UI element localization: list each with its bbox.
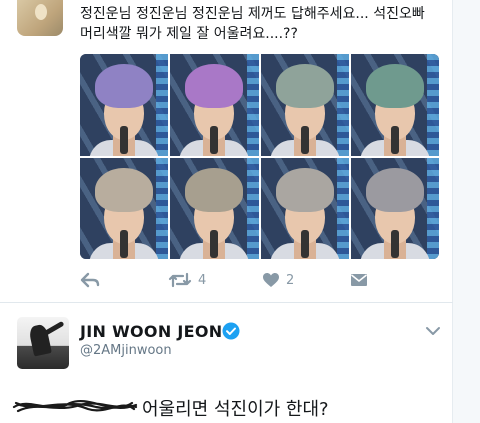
user-avatar[interactable] (17, 0, 63, 36)
hair (185, 167, 244, 212)
stage-lights (427, 54, 439, 156)
photo-tile[interactable] (80, 54, 169, 156)
verified-badge-icon (222, 322, 240, 340)
like-button[interactable]: 2 (262, 272, 294, 288)
stage-lights (156, 157, 169, 259)
tweet-divider (0, 302, 453, 303)
gutter-edge (452, 0, 453, 423)
tweet-text-line-1: 정진운님 정진운님 정진운님 제꺼도 답해주세요... 석진오빠 (80, 6, 425, 22)
scroll-gutter (453, 0, 480, 423)
photo-tile[interactable] (170, 54, 259, 156)
retweet-icon (168, 272, 192, 288)
photo-tile[interactable] (350, 157, 439, 259)
direct-message-button[interactable] (350, 272, 368, 288)
microphone (210, 229, 219, 258)
microphone (120, 229, 129, 258)
hair (365, 64, 424, 108)
tweet-text-line-2: 머리색깔 뭐가 제일 잘 어울려요....?? (80, 26, 298, 42)
photo-tile[interactable] (260, 157, 349, 259)
stage-lights (156, 54, 169, 156)
reply-button[interactable] (80, 272, 100, 288)
photo-tile[interactable] (260, 54, 349, 156)
jinwoon-avatar[interactable] (17, 317, 69, 369)
stage-lights (336, 157, 349, 259)
stage-lights (246, 54, 259, 156)
microphone (300, 126, 309, 154)
microphone (390, 229, 399, 258)
reply-icon (80, 272, 100, 288)
hair (275, 64, 334, 108)
hair (95, 167, 154, 212)
display-name[interactable]: JIN WOON JEONG (80, 322, 236, 341)
hair (95, 64, 154, 108)
microphone (120, 126, 129, 154)
envelope-icon (351, 274, 367, 286)
like-count: 2 (286, 272, 295, 288)
photo-tile[interactable] (170, 157, 259, 259)
stage-lights (427, 157, 439, 259)
microphone (390, 126, 399, 154)
hair (185, 64, 244, 108)
photo-tile[interactable] (80, 157, 169, 259)
stage-lights (246, 157, 259, 259)
retweet-button[interactable]: 4 (168, 272, 206, 288)
hair (365, 167, 424, 212)
photo-tile[interactable] (350, 54, 439, 156)
stage-lights (336, 54, 349, 156)
reply-tweet-text: 어울리면 석진이가 한대? (142, 399, 329, 420)
microphone (300, 229, 309, 258)
retweet-count: 4 (198, 272, 207, 288)
microphone (210, 126, 219, 154)
redacted-scribble (12, 400, 138, 413)
user-handle[interactable]: @2AMjinwoon (80, 343, 172, 358)
chevron-down-icon[interactable] (425, 325, 441, 337)
hair (275, 167, 334, 212)
photo-grid[interactable] (80, 54, 439, 259)
heart-icon (263, 273, 279, 287)
